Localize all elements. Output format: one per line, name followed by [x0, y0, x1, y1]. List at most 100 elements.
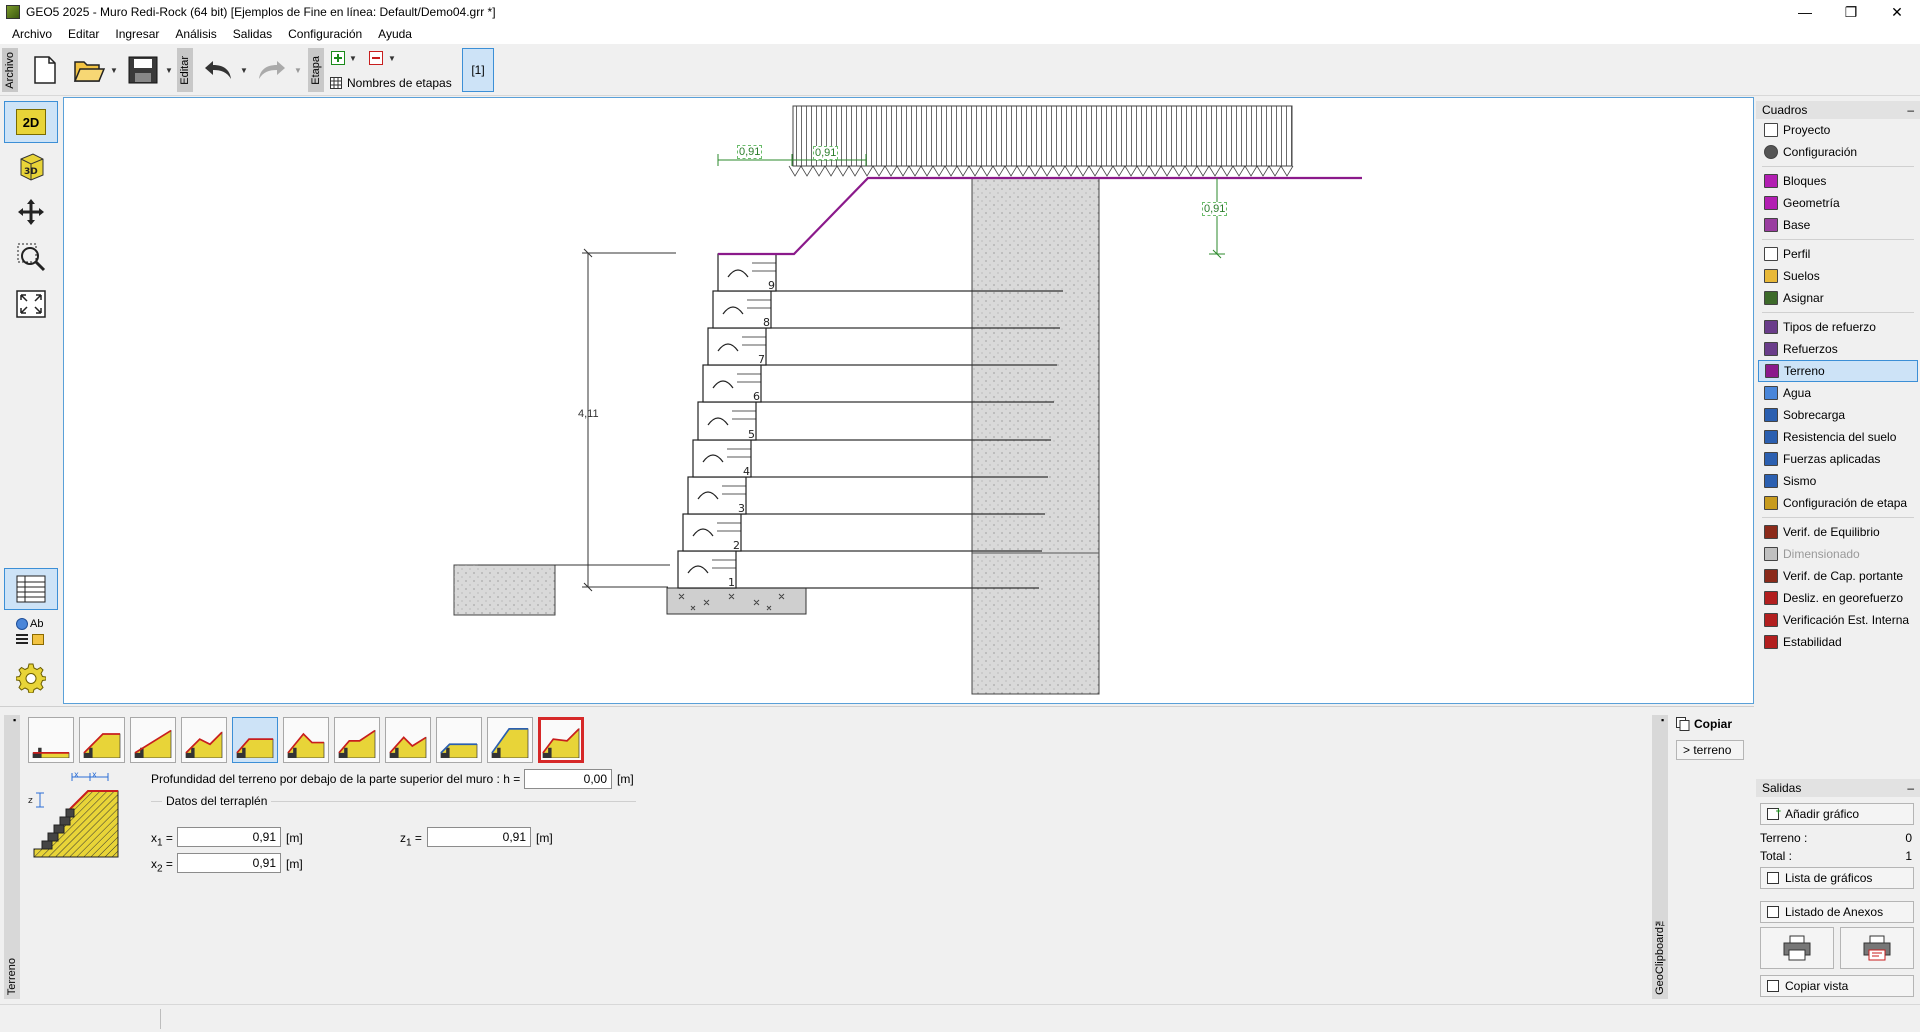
frame-item-equilibrium[interactable]: Verif. de Equilibrio	[1756, 521, 1920, 543]
frame-item-dimensioning[interactable]: Dimensionado	[1756, 543, 1920, 565]
dimension-x1-label: 0,91	[737, 145, 763, 159]
add-picture-button[interactable]: + Añadir gráfico	[1760, 803, 1914, 825]
menu-editar[interactable]: Editar	[60, 27, 107, 41]
menu-analisis[interactable]: Análisis	[167, 27, 224, 41]
drawing-canvas[interactable]: 1 2 3 4 5 6 7 8 9 4,11 0,91 0,91 0,91	[63, 97, 1754, 704]
x2-input[interactable]	[177, 853, 281, 873]
frame-item-earthquake[interactable]: Sismo	[1756, 470, 1920, 492]
frame-item-reinforcements[interactable]: Refuerzos	[1756, 338, 1920, 360]
terrain-shape-button-1[interactable]	[28, 717, 74, 763]
frame-item-stability[interactable]: Estabilidad	[1756, 631, 1920, 653]
settings-button[interactable]	[4, 657, 58, 699]
clipboard-copy-button[interactable]: Copiar	[1676, 717, 1732, 731]
list-pictures-button[interactable]: Lista de gráficos	[1760, 867, 1914, 889]
frame-item-gear[interactable]: Configuración	[1756, 141, 1920, 163]
terrain-shape-button-9[interactable]	[436, 717, 482, 763]
remove-stage-button[interactable]	[368, 50, 384, 66]
open-dropdown-arrow[interactable]: ▼	[110, 66, 118, 75]
terrain-shape-button-7[interactable]	[334, 717, 380, 763]
frame-item-surcharge[interactable]: Sobrecarga	[1756, 404, 1920, 426]
zoom-extents-button[interactable]	[4, 283, 58, 325]
drawing-style-button[interactable]: Ab	[4, 612, 58, 654]
menu-configuracion[interactable]: Configuración	[280, 27, 370, 41]
frame-item-bearing-capacity[interactable]: Verif. de Cap. portante	[1756, 565, 1920, 587]
frame-item-sliding[interactable]: Desliz. en georefuerzo	[1756, 587, 1920, 609]
list-annexes-button[interactable]: Listado de Anexos	[1760, 901, 1914, 923]
z1-input[interactable]	[427, 827, 531, 847]
terrain-frame-tab[interactable]: Terreno	[4, 715, 20, 999]
frame-item-profile[interactable]: Perfil	[1756, 243, 1920, 265]
frame-item-assign[interactable]: Asignar	[1756, 287, 1920, 309]
terrain-shape-button-2[interactable]	[79, 717, 125, 763]
frame-item-label: Geometría	[1783, 196, 1840, 210]
new-file-button[interactable]	[28, 52, 62, 88]
terrain-shape-button-3[interactable]	[130, 717, 176, 763]
terrain-shape-button-10[interactable]	[487, 717, 533, 763]
menu-ingresar[interactable]: Ingresar	[107, 27, 167, 41]
drawing-style-icon: Ab	[14, 618, 48, 648]
pan-button[interactable]	[4, 191, 58, 233]
table-view-button[interactable]	[4, 568, 58, 610]
undo-dropdown-arrow[interactable]: ▼	[240, 66, 248, 75]
add-stage-dropdown-arrow[interactable]: ▼	[349, 54, 357, 63]
view-3d-button[interactable]: 3D	[4, 145, 58, 187]
terrain-depth-input[interactable]	[524, 769, 612, 789]
terrain-shape-button-5[interactable]	[232, 717, 278, 763]
frame-item-terrain[interactable]: Terreno	[1758, 360, 1918, 382]
menu-ayuda[interactable]: Ayuda	[370, 27, 420, 41]
print-export-button[interactable]	[1840, 927, 1914, 969]
frame-item-applied-forces[interactable]: Fuerzas aplicadas	[1756, 448, 1920, 470]
stage-1-button[interactable]: [1]	[462, 48, 494, 92]
terrain-shape-button-6[interactable]	[283, 717, 329, 763]
svg-text:z: z	[28, 796, 33, 806]
redo-button[interactable]	[254, 54, 290, 86]
open-file-button[interactable]	[70, 52, 108, 88]
frame-item-internal-stability[interactable]: Verificación Est. Interna	[1756, 609, 1920, 631]
remove-stage-dropdown-arrow[interactable]: ▼	[388, 54, 396, 63]
open-folder-icon	[73, 61, 105, 82]
frame-item-label: Configuración	[1783, 145, 1858, 159]
frame-item-water[interactable]: Agua	[1756, 382, 1920, 404]
svg-text:1: 1	[728, 576, 735, 589]
svg-text:4: 4	[743, 465, 750, 478]
printer-icon	[1783, 935, 1811, 961]
clipboard-terrain-button[interactable]: > terreno	[1676, 740, 1744, 760]
geoclipboard-tab[interactable]: GeoClipboard™	[1652, 715, 1668, 999]
terrain-shape-button-11[interactable]	[538, 717, 584, 763]
stage-names-button[interactable]: Nombres de etapas	[330, 74, 456, 92]
undo-button[interactable]	[200, 54, 236, 86]
outputs-collapse-button[interactable]: –	[1907, 781, 1914, 795]
frame-item-base[interactable]: Base	[1756, 214, 1920, 236]
archivo-toolbar-tab[interactable]: Archivo	[2, 48, 18, 92]
copy-view-button[interactable]: Copiar vista	[1760, 975, 1914, 997]
frame-item-soil-resistance[interactable]: Resistencia del suelo	[1756, 426, 1920, 448]
menu-salidas[interactable]: Salidas	[225, 27, 280, 41]
print-button[interactable]	[1760, 927, 1834, 969]
save-dropdown-arrow[interactable]: ▼	[165, 66, 173, 75]
editar-toolbar-tab[interactable]: Editar	[177, 48, 193, 92]
svg-text:x: x	[92, 771, 97, 779]
x1-input[interactable]	[177, 827, 281, 847]
terrain-shape-button-8[interactable]	[385, 717, 431, 763]
view-2d-button[interactable]: 2D	[4, 101, 58, 143]
restore-button[interactable]: ❐	[1828, 0, 1874, 24]
frame-item-document[interactable]: Proyecto	[1756, 119, 1920, 141]
frame-item-geometry[interactable]: Geometría	[1756, 192, 1920, 214]
close-button[interactable]: ✕	[1874, 0, 1920, 24]
frame-item-stage-settings[interactable]: Configuración de etapa	[1756, 492, 1920, 514]
frame-item-reinforcement-types[interactable]: Tipos de refuerzo	[1756, 316, 1920, 338]
reinforcement-types-icon	[1764, 320, 1778, 334]
frames-collapse-button[interactable]: –	[1907, 103, 1914, 117]
menu-archivo[interactable]: Archivo	[4, 27, 60, 41]
frame-item-soils[interactable]: Suelos	[1756, 265, 1920, 287]
add-stage-button[interactable]	[330, 50, 346, 66]
frame-item-blocks[interactable]: Bloques	[1756, 170, 1920, 192]
etapa-toolbar-tab[interactable]: Etapa	[308, 48, 324, 92]
redo-dropdown-arrow[interactable]: ▼	[294, 66, 302, 75]
save-file-button[interactable]	[124, 52, 162, 88]
zoom-window-button[interactable]	[4, 236, 58, 278]
terrain-shape-button-4[interactable]	[181, 717, 227, 763]
minimize-button[interactable]: —	[1782, 0, 1828, 24]
title-bar: GEO5 2025 - Muro Redi-Rock (64 bit) [Eje…	[0, 0, 1920, 24]
svg-text:8: 8	[763, 316, 770, 329]
